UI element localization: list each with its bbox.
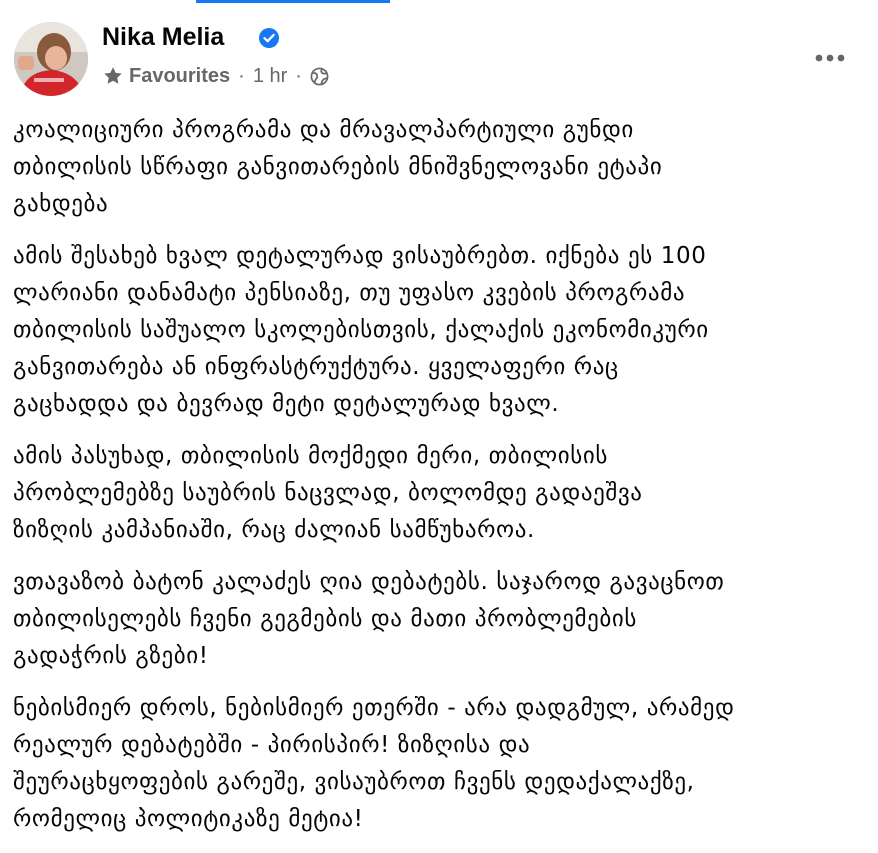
post-meta: Favourites · 1 hr · [102, 63, 329, 89]
verified-badge-icon [259, 28, 279, 48]
meta-separator: · [295, 64, 302, 87]
meta-separator: · [238, 64, 245, 87]
post-timestamp[interactable]: 1 hr [253, 65, 287, 88]
star-icon [104, 67, 122, 84]
post-paragraph: ამის პასუხად, თბილისის მოქმედი მერი, თბი… [13, 443, 643, 543]
post-paragraph: ამის შესახებ ხვალ დეტალურად ვისაუბრებთ. … [13, 243, 709, 417]
more-options-button[interactable] [810, 38, 850, 78]
active-tab-indicator [196, 0, 390, 3]
audience-label[interactable]: Favourites [129, 65, 230, 88]
post-paragraph: კოალიციური პროგრამა და მრავალპარტიული გუ… [13, 117, 663, 217]
more-horizontal-icon [815, 54, 845, 62]
post-text: კოალიციური პროგრამა და მრავალპარტიული გუ… [13, 112, 863, 853]
post-paragraph: ვთავაზობ ბატონ კალაძეს ღია დებატებს. საჯ… [13, 569, 725, 669]
post-header: Nika Melia Favourites · 1 hr · [14, 18, 858, 98]
author-avatar[interactable] [14, 22, 88, 96]
post-paragraph: ნებისმიერ დროს, ნებისმიერ ეთერში - არა დ… [13, 695, 735, 832]
author-name[interactable]: Nika Melia [102, 23, 224, 52]
globe-icon[interactable] [310, 67, 329, 86]
